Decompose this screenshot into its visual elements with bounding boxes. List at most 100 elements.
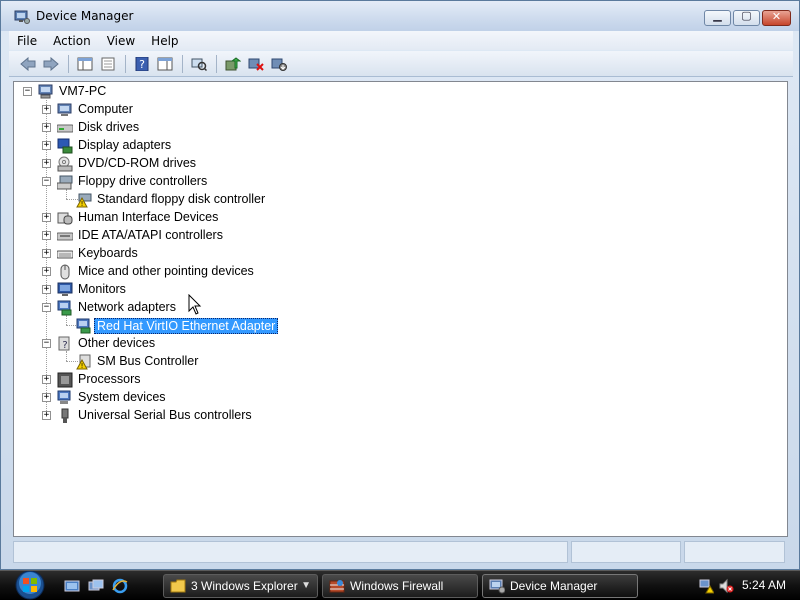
title-bar[interactable]: Device Manager ▁ ▢ ✕: [1, 1, 799, 31]
expand-toggle[interactable]: +: [42, 375, 51, 384]
scan-hardware-button[interactable]: [188, 54, 210, 74]
tree-item-computer[interactable]: + Computer: [14, 101, 314, 119]
tree-item-ide-ata-atapi-controllers[interactable]: + IDE ATA/ATAPI controllers: [14, 227, 314, 245]
show-hide-console-tree-button[interactable]: [74, 54, 96, 74]
show-pane-button[interactable]: [154, 54, 176, 74]
menu-file[interactable]: File: [9, 34, 45, 48]
tree-item-dvd-cd-rom-drives[interactable]: + DVD/CD-ROM drives: [14, 155, 314, 173]
dvd-drive-icon: [57, 156, 73, 172]
tree-item-label: Processors: [78, 372, 141, 386]
tree-item-system-devices[interactable]: + System devices: [14, 389, 314, 407]
svg-text:?: ?: [62, 340, 67, 351]
tree-item-label: Floppy drive controllers: [78, 174, 208, 188]
menu-view[interactable]: View: [99, 34, 143, 48]
device-tree[interactable]: − VM7-PC + Computer + Disk drives + Disp…: [13, 81, 788, 537]
uninstall-button[interactable]: [245, 54, 267, 74]
processor-icon: [57, 372, 73, 388]
taskbar-button-label: 3 Windows Explorer: [191, 579, 298, 593]
tree-item-label: Mice and other pointing devices: [78, 264, 254, 278]
back-button[interactable]: [17, 54, 39, 74]
tree-item-red-hat-virtio-ethernet-adapter[interactable]: Red Hat VirtIO Ethernet Adapter: [14, 317, 314, 335]
keyboard-icon: [57, 250, 73, 259]
tree-item-sm-bus-controller[interactable]: ! SM Bus Controller: [14, 353, 314, 371]
disk-drive-icon: [57, 124, 73, 133]
tree-item-human-interface-devices[interactable]: + Human Interface Devices: [14, 209, 314, 227]
device-manager-window: Device Manager ▁ ▢ ✕ File Action View He…: [0, 0, 800, 570]
maximize-icon: ▢: [741, 9, 752, 22]
help-icon: ?: [135, 56, 149, 71]
tree-root[interactable]: − VM7-PC: [14, 83, 214, 101]
forward-button[interactable]: [40, 54, 62, 74]
menu-help[interactable]: Help: [143, 34, 186, 48]
expand-toggle[interactable]: +: [42, 393, 51, 402]
tree-item-monitors[interactable]: + Monitors: [14, 281, 314, 299]
menu-bar: File Action View Help: [9, 31, 793, 50]
tree-item-usb-controllers[interactable]: + Universal Serial Bus controllers: [14, 407, 314, 425]
tree-item-disk-drives[interactable]: + Disk drives: [14, 119, 314, 137]
taskbar-windows-explorer[interactable]: 3 Windows Explorer ▼: [163, 574, 318, 598]
properties-button[interactable]: [97, 54, 119, 74]
menu-action[interactable]: Action: [45, 34, 99, 48]
volume-muted-icon[interactable]: [718, 578, 734, 594]
uninstall-icon: [248, 58, 264, 71]
hid-icon: [57, 212, 73, 225]
tree-item-standard-floppy-disk-controller[interactable]: ! Standard floppy disk controller: [14, 191, 314, 209]
system-tray: 5:24 AM: [690, 571, 800, 600]
expand-toggle[interactable]: +: [42, 213, 51, 222]
taskbar-device-manager[interactable]: Device Manager: [482, 574, 638, 598]
network-warning-icon[interactable]: [698, 578, 714, 594]
tree-item-label: Other devices: [78, 336, 156, 350]
device-manager-icon: [489, 579, 505, 594]
tree-item-mice[interactable]: + Mice and other pointing devices: [14, 263, 314, 281]
show-hide-console-tree-icon: [77, 57, 93, 70]
tree-item-display-adapters[interactable]: + Display adapters: [14, 137, 314, 155]
maximize-button[interactable]: ▢: [733, 9, 760, 26]
clock[interactable]: 5:24 AM: [742, 578, 786, 592]
status-bar: [13, 541, 788, 563]
expand-toggle[interactable]: +: [42, 231, 51, 240]
expand-toggle[interactable]: +: [42, 285, 51, 294]
tree-item-network-adapters[interactable]: − Network adapters: [14, 299, 314, 317]
tree-item-floppy-drive-controllers[interactable]: − Floppy drive controllers: [14, 173, 314, 191]
expand-toggle[interactable]: +: [42, 123, 51, 132]
tree-item-label: Computer: [78, 102, 133, 116]
collapse-toggle[interactable]: −: [42, 177, 51, 186]
minimize-icon: ▁: [713, 9, 722, 22]
internet-explorer-icon[interactable]: [112, 578, 128, 594]
floppy-controller-icon: [57, 175, 73, 190]
show-pane-icon: [157, 57, 173, 70]
start-button[interactable]: [8, 571, 52, 600]
collapse-toggle[interactable]: −: [42, 303, 51, 312]
tree-item-processors[interactable]: + Processors: [14, 371, 314, 389]
close-button[interactable]: ✕: [762, 10, 791, 26]
show-desktop-icon[interactable]: [64, 578, 80, 594]
help-button[interactable]: ?: [131, 54, 153, 74]
status-cell-3: [684, 541, 785, 563]
expand-toggle[interactable]: +: [42, 267, 51, 276]
update-driver-icon: [225, 56, 241, 70]
tree-item-label: Human Interface Devices: [78, 210, 219, 224]
collapse-toggle[interactable]: −: [42, 339, 51, 348]
tree-item-other-devices[interactable]: − ? Other devices: [14, 335, 314, 353]
tree-item-label-selected: Red Hat VirtIO Ethernet Adapter: [94, 318, 279, 334]
usb-icon: [61, 408, 69, 423]
tree-item-label: IDE ATA/ATAPI controllers: [78, 228, 223, 242]
expand-toggle[interactable]: +: [42, 141, 51, 150]
update-driver-button[interactable]: [222, 54, 244, 74]
minimize-button[interactable]: ▁: [704, 9, 731, 26]
switch-windows-icon[interactable]: [88, 578, 104, 594]
tree-item-label: DVD/CD-ROM drives: [78, 156, 197, 170]
tree-item-keyboards[interactable]: + Keyboards: [14, 245, 314, 263]
collapse-toggle[interactable]: −: [23, 87, 32, 96]
computer-icon: [38, 84, 53, 99]
expand-toggle[interactable]: +: [42, 411, 51, 420]
tree-item-label: Keyboards: [78, 246, 138, 260]
taskbar-windows-firewall[interactable]: Windows Firewall: [322, 574, 478, 598]
svg-text:?: ?: [139, 58, 145, 71]
expand-toggle[interactable]: +: [42, 159, 51, 168]
display-adapter-icon: [57, 138, 73, 154]
expand-toggle[interactable]: +: [42, 105, 51, 114]
disable-button[interactable]: [268, 54, 290, 74]
expand-toggle[interactable]: +: [42, 249, 51, 258]
status-cell-2: [571, 541, 681, 563]
